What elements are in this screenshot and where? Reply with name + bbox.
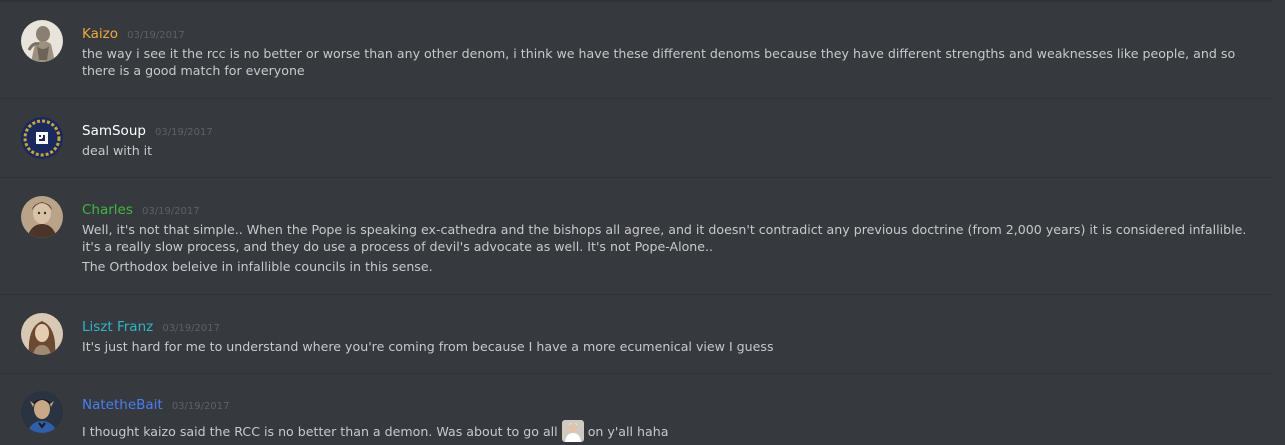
message-text-after-emoji: on y'all haha xyxy=(587,424,669,439)
message-content: deal with it xyxy=(82,142,1262,159)
spock-avatar[interactable] xyxy=(21,391,63,433)
message-text: the way i see it the rcc is no better or… xyxy=(82,46,1236,78)
timestamp: 03/19/2017 xyxy=(171,401,230,412)
message-content: It's just hard for me to understand wher… xyxy=(82,338,1262,355)
message-text: The Orthodox beleive in infallible counc… xyxy=(82,259,433,274)
message-content: Well, it's not that simple.. When the Po… xyxy=(82,221,1262,275)
message-content: the way i see it the rcc is no better or… xyxy=(82,45,1262,79)
pope-emoji-icon[interactable] xyxy=(561,420,584,442)
message-group-samsoup: SamSoup 03/19/2017 deal with it xyxy=(0,98,1272,178)
timestamp: 03/19/2017 xyxy=(142,206,200,217)
username[interactable]: Charles xyxy=(82,202,133,218)
message-header: NatetheBait 03/19/2017 xyxy=(82,394,229,414)
woman-portrait-avatar[interactable] xyxy=(21,313,63,355)
username[interactable]: Kaizo xyxy=(82,26,118,42)
message-text-before-emoji: I thought kaizo said the RCC is no bette… xyxy=(82,424,558,439)
timestamp: 03/19/2017 xyxy=(127,30,185,41)
username[interactable]: NatetheBait xyxy=(82,397,163,413)
message-text: I thought kaizo said the RCC is no bette… xyxy=(82,420,1262,442)
timestamp: 03/19/2017 xyxy=(162,323,220,334)
message-text: deal with it xyxy=(82,143,153,158)
message-group-natethebait: NatetheBait 03/19/2017 I thought kaizo s… xyxy=(0,373,1272,445)
username[interactable]: Liszt Franz xyxy=(82,319,153,335)
message-group-kaizo: Kaizo 03/19/2017 the way i see it the rc… xyxy=(0,0,1272,98)
message-header: Liszt Franz 03/19/2017 xyxy=(82,316,220,336)
laurel-emblem-avatar[interactable] xyxy=(21,117,63,159)
classical-statue-avatar[interactable] xyxy=(21,20,63,62)
message-text: Well, it's not that simple.. When the Po… xyxy=(82,222,1247,254)
portrait-avatar[interactable] xyxy=(21,196,63,238)
message-header: Charles 03/19/2017 xyxy=(82,199,200,219)
message-content: I thought kaizo said the RCC is no bette… xyxy=(82,420,1262,442)
message-text: It's just hard for me to understand wher… xyxy=(82,339,774,354)
username[interactable]: SamSoup xyxy=(82,123,146,139)
message-group-liszt-franz: Liszt Franz 03/19/2017 It's just hard fo… xyxy=(0,294,1272,374)
message-group-charles: Charles 03/19/2017 Well, it's not that s… xyxy=(0,177,1272,295)
message-header: Kaizo 03/19/2017 xyxy=(82,23,185,43)
timestamp: 03/19/2017 xyxy=(155,127,213,138)
message-header: SamSoup 03/19/2017 xyxy=(82,120,213,140)
